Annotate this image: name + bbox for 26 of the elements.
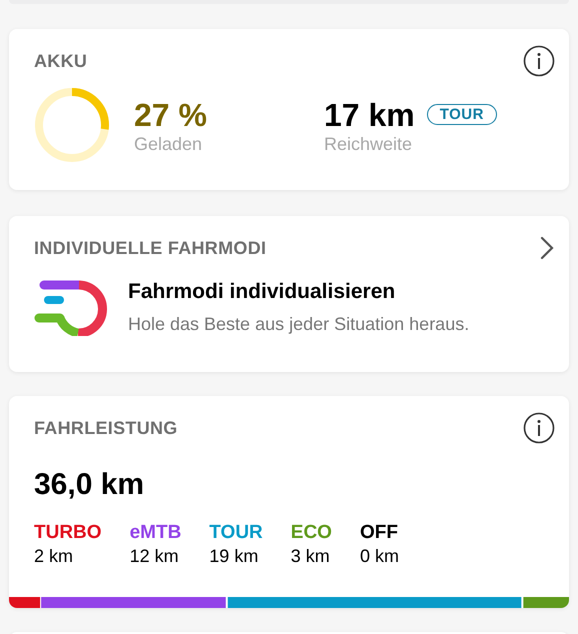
charge-label: Geladen: [134, 134, 204, 154]
feature-heading: Fahrmodi individualisieren: [128, 280, 396, 304]
range-value: 17 km: [324, 96, 415, 134]
mode-name: TOUR: [209, 522, 263, 544]
mode-distance: 3 km: [290, 546, 331, 567]
ride-modes-logo-icon: [34, 278, 108, 336]
range-label: Reichweite: [324, 134, 414, 154]
mode-distance: 0 km: [360, 546, 399, 567]
total-distance: 36,0 km: [33, 467, 146, 502]
mode-name: TURBO: [34, 522, 102, 544]
mode-name: eMTB: [130, 522, 182, 544]
charge-value: 27 %: [134, 96, 208, 134]
card-title: FAHRLEISTUNG: [34, 418, 178, 438]
mode-distance: 19 km: [209, 546, 260, 567]
custom-modes-card[interactable]: INDIVIDUELLE FAHRMODI Fahrmodi individualisieren Hole das Beste aus jeder Situation heraus.: [9, 216, 569, 372]
card-title: INDIVIDUELLE FAHRMODI: [34, 238, 266, 258]
mode-name: OFF: [360, 522, 399, 544]
feature-description: Hole das Beste aus jeder Situation heraus.: [128, 314, 470, 334]
card-title: AKKU: [34, 50, 88, 72]
info-icon[interactable]: [523, 45, 555, 77]
mode-badge: TOUR: [426, 104, 497, 125]
mode-name: ECO: [290, 522, 332, 544]
mode-distance: 2 km: [34, 546, 74, 567]
mode-distance: 12 km: [130, 546, 180, 567]
info-icon[interactable]: [523, 412, 555, 444]
chevron-right-icon[interactable]: [539, 235, 555, 261]
